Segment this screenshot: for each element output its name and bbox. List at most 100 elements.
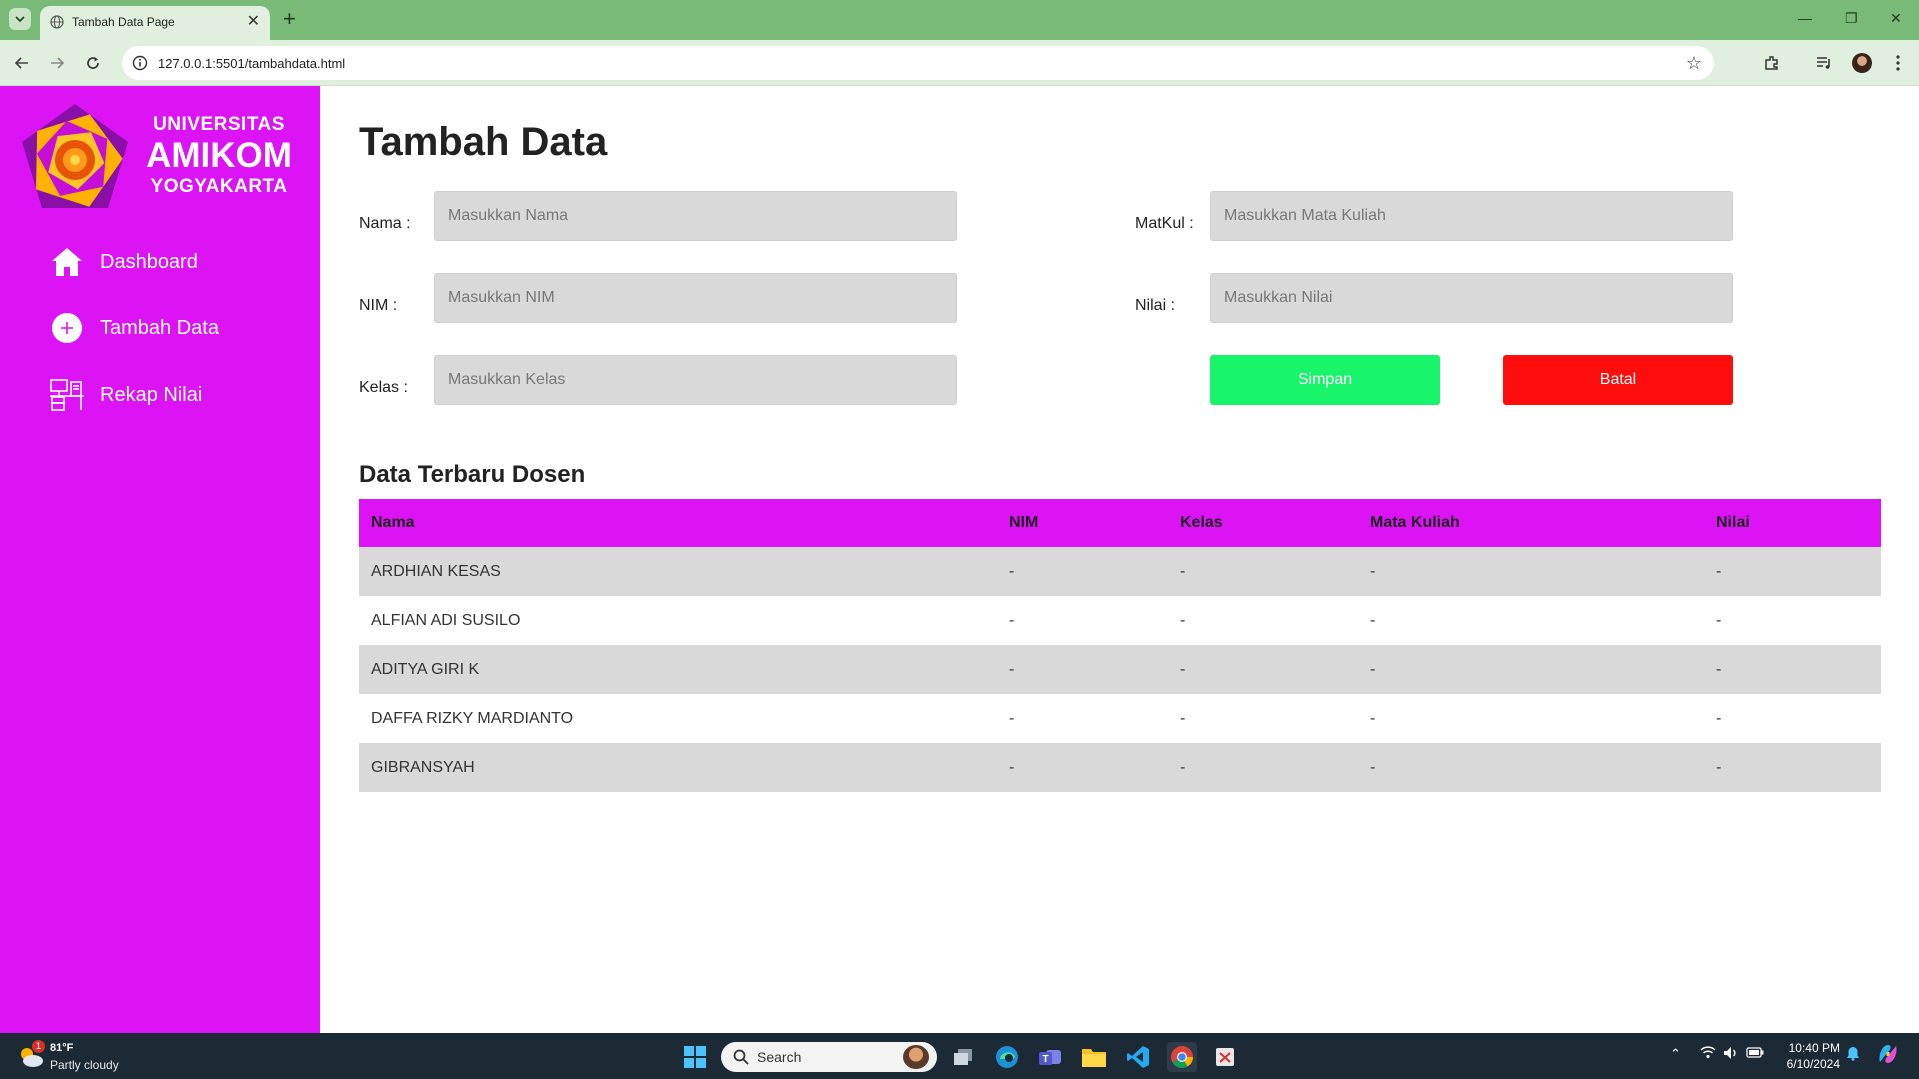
extensions-icon[interactable]: [1762, 53, 1782, 73]
cell-nama: DAFFA RIZKY MARDIANTO: [359, 694, 997, 743]
sidebar-item-rekap-nilai[interactable]: Rekap Nilai: [48, 375, 298, 415]
edge-browser-icon[interactable]: [992, 1042, 1022, 1072]
cell-nama: ADITYA GIRI K: [359, 645, 997, 694]
cell-nilai: -: [1704, 645, 1881, 694]
globe-icon: [50, 15, 64, 29]
save-button[interactable]: Simpan: [1210, 355, 1440, 405]
cell-nilai: -: [1704, 694, 1881, 743]
cell-nama: ARDHIAN KESAS: [359, 547, 997, 596]
reload-button[interactable]: [83, 53, 103, 73]
nilai-label: Nilai :: [1135, 297, 1176, 314]
wifi-icon[interactable]: [1700, 1046, 1716, 1062]
volume-icon[interactable]: [1723, 1046, 1739, 1063]
cell-nim: -: [997, 547, 1168, 596]
new-tab-icon[interactable]: +: [283, 8, 296, 30]
cell-kelas: -: [1168, 547, 1358, 596]
reload-icon: [87, 57, 99, 69]
search-icon: [733, 1049, 749, 1065]
url-text[interactable]: 127.0.0.1:5501/tambahdata.html: [158, 56, 345, 71]
desk-icon: [48, 376, 86, 414]
kelas-label: Kelas :: [359, 379, 408, 396]
sidebar-item-dashboard[interactable]: Dashboard: [48, 242, 298, 282]
cell-kelas: -: [1168, 596, 1358, 645]
nim-input[interactable]: [434, 273, 957, 323]
main-content: Tambah Data Nama : NIM : Kelas : MatKul …: [320, 86, 1919, 1033]
forward-button[interactable]: [47, 53, 67, 73]
sidebar-item-label: Dashboard: [100, 250, 198, 273]
bookmark-star-icon[interactable]: ☆: [1686, 53, 1702, 74]
table-row: GIBRANSYAH - - - -: [359, 743, 1881, 792]
table-row: DAFFA RIZKY MARDIANTO - - - -: [359, 694, 1881, 743]
taskbar-search[interactable]: Search: [721, 1042, 937, 1072]
cell-kelas: -: [1168, 694, 1358, 743]
address-bar[interactable]: 127.0.0.1:5501/tambahdata.html ☆: [122, 46, 1714, 80]
kelas-input[interactable]: [434, 355, 957, 405]
teams-icon[interactable]: T: [1035, 1042, 1065, 1072]
tab-title: Tambah Data Page: [72, 15, 175, 29]
nilai-input[interactable]: [1210, 273, 1733, 323]
header-mata-kuliah: Mata Kuliah: [1358, 499, 1704, 547]
cell-kelas: -: [1168, 645, 1358, 694]
cell-nama: GIBRANSYAH: [359, 743, 997, 792]
snipping-tool-icon[interactable]: [1210, 1042, 1240, 1072]
sidebar-item-label: Tambah Data: [100, 316, 219, 339]
nama-input[interactable]: [434, 191, 957, 241]
brand-name: UNIVERSITAS AMIKOM YOGYAKARTA: [144, 114, 294, 198]
weather-widget[interactable]: 1 81°F Partly cloudy: [18, 1040, 168, 1074]
sidebar-item-label: Rekap Nilai: [100, 383, 203, 406]
plus-circle-icon: [48, 309, 86, 347]
clock-time: 10:40 PM: [1788, 1041, 1840, 1055]
table-title: Data Terbaru Dosen: [359, 461, 586, 488]
weather-desc: Partly cloudy: [50, 1058, 119, 1072]
taskbar: 1 81°F Partly cloudy Search T ⌃ 10:40 PM…: [0, 1033, 1919, 1079]
cell-nim: -: [997, 645, 1168, 694]
close-tab-icon[interactable]: ✕: [247, 13, 260, 31]
cancel-button[interactable]: Batal: [1503, 355, 1733, 405]
brand-line-2: AMIKOM: [146, 136, 292, 175]
sidebar-item-tambah-data[interactable]: Tambah Data: [48, 308, 298, 348]
matkul-input[interactable]: [1210, 191, 1733, 241]
browser-tab[interactable]: Tambah Data Page ✕: [40, 6, 270, 40]
copilot-icon[interactable]: [1876, 1042, 1900, 1069]
nama-label: Nama :: [359, 215, 411, 232]
cell-mata-kuliah: -: [1358, 694, 1704, 743]
header-nilai: Nilai: [1704, 499, 1881, 547]
data-table: Nama NIM Kelas Mata Kuliah Nilai ARDHIAN…: [359, 499, 1881, 792]
cell-nilai: -: [1704, 743, 1881, 792]
table-header-row: Nama NIM Kelas Mata Kuliah Nilai: [359, 499, 1881, 547]
weather-temp: 81°F: [50, 1042, 74, 1054]
cell-nim: -: [997, 596, 1168, 645]
cell-kelas: -: [1168, 743, 1358, 792]
media-control-icon[interactable]: [1814, 53, 1834, 73]
sidebar: UNIVERSITAS AMIKOM YOGYAKARTA Dashboard …: [0, 86, 320, 1033]
site-info-icon[interactable]: [132, 55, 148, 71]
search-label: Search: [757, 1049, 802, 1065]
back-button[interactable]: [12, 53, 32, 73]
more-menu-icon[interactable]: [1888, 53, 1908, 73]
taskbar-clock[interactable]: 10:40 PM 6/10/2024: [1760, 1040, 1840, 1072]
vscode-icon[interactable]: [1123, 1042, 1153, 1072]
weather-badge: 1: [32, 1040, 45, 1053]
brand-line-3: YOGYAKARTA: [150, 176, 288, 197]
windows-start-icon[interactable]: [680, 1042, 710, 1072]
svg-text:T: T: [1042, 1054, 1048, 1065]
nim-label: NIM :: [359, 297, 398, 314]
home-icon: [48, 243, 86, 281]
tab-search-button[interactable]: [9, 8, 31, 30]
matkul-label: MatKul :: [1135, 215, 1194, 232]
arrow-right-icon: [51, 57, 65, 69]
file-explorer-icon[interactable]: [1079, 1042, 1109, 1072]
cell-nilai: -: [1704, 547, 1881, 596]
restore-icon[interactable]: ❐: [1845, 10, 1858, 27]
notification-bell-icon[interactable]: [1846, 1046, 1860, 1064]
show-hidden-icons-icon[interactable]: ⌃: [1670, 1046, 1681, 1062]
close-window-icon[interactable]: ✕: [1890, 10, 1902, 27]
chrome-icon[interactable]: [1167, 1042, 1197, 1072]
brand-line-1: UNIVERSITAS: [153, 114, 285, 135]
table-row: ADITYA GIRI K - - - -: [359, 645, 1881, 694]
task-view-icon[interactable]: [948, 1042, 978, 1072]
cell-nama: ALFIAN ADI SUSILO: [359, 596, 997, 645]
minimize-icon[interactable]: —: [1798, 10, 1812, 26]
header-nama: Nama: [359, 499, 997, 547]
profile-avatar[interactable]: [1852, 53, 1872, 73]
